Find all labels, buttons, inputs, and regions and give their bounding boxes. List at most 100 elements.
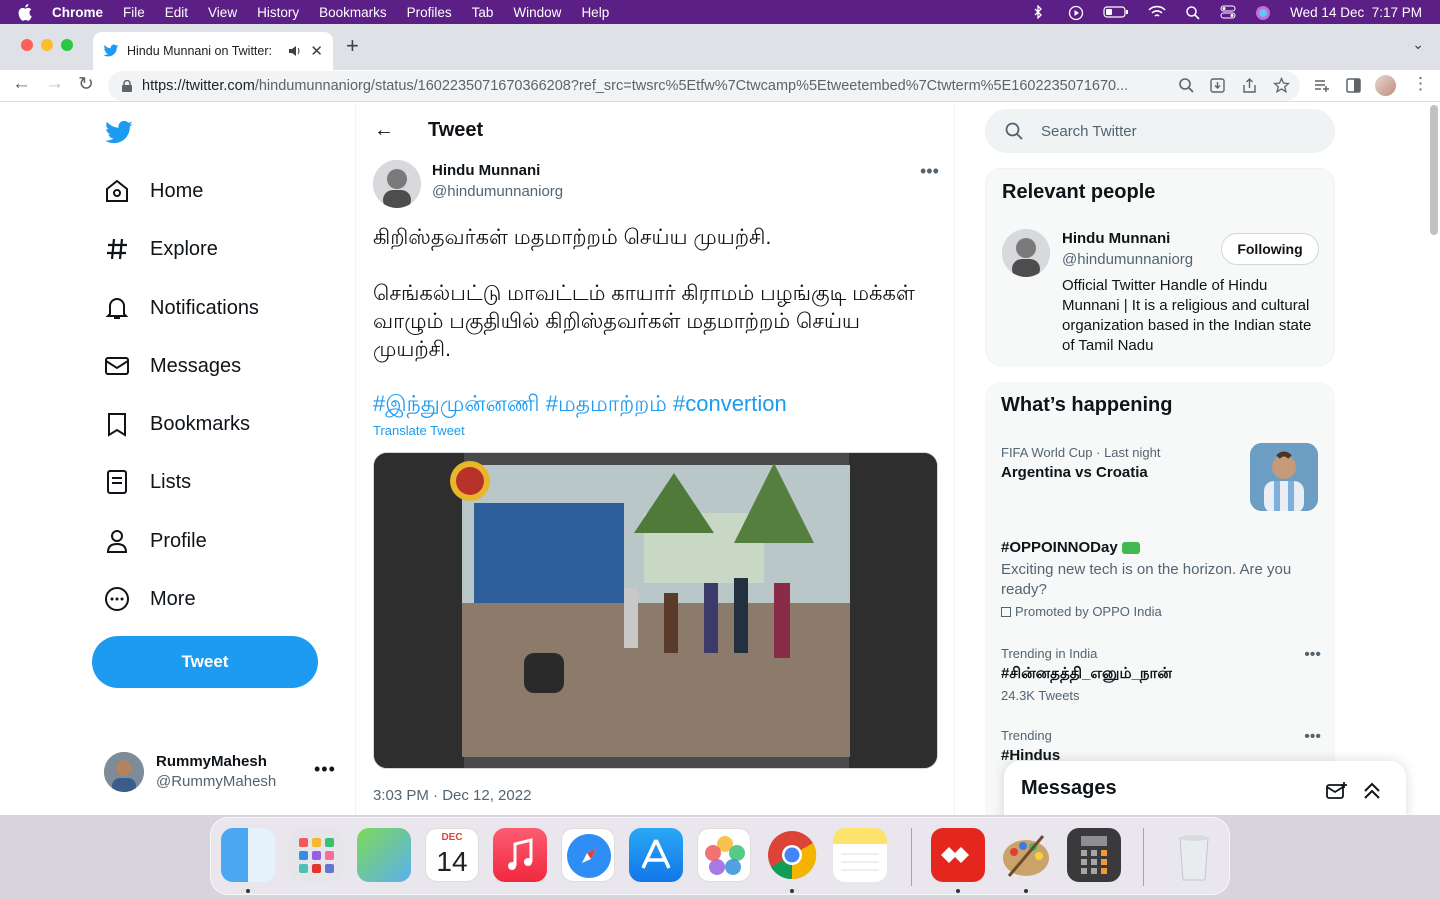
expand-chevrons-icon[interactable]: [1362, 781, 1382, 801]
menu-window[interactable]: Window: [513, 5, 561, 20]
window-maximize-button[interactable]: [61, 39, 73, 51]
dock-separator: [1143, 828, 1144, 886]
relevant-person-handle[interactable]: @hindumunnaniorg: [1062, 251, 1193, 268]
trend-title: #சின்னதத்தி_எனும்_நான்: [1001, 665, 1172, 682]
trash-icon[interactable]: [1167, 828, 1221, 882]
tweet-hashtags[interactable]: #இந்துமுன்னணி #மதமாற்றம் #convertion: [373, 391, 787, 420]
trend-item-promoted[interactable]: #OPPOINNODay Exciting new tech is on the…: [1001, 539, 1321, 619]
side-panel-icon[interactable]: [1345, 77, 1362, 94]
trend-item[interactable]: FIFA World Cup · Last night Argentina vs…: [1001, 445, 1241, 481]
menubar-clock[interactable]: Wed 14 Dec 7:17 PM: [1290, 5, 1422, 20]
tweet-more-icon[interactable]: •••: [920, 161, 939, 182]
reload-icon[interactable]: ↻: [78, 73, 94, 96]
account-more-icon[interactable]: •••: [314, 759, 336, 780]
calendar-icon[interactable]: DEC 14: [425, 828, 479, 882]
nav-explore[interactable]: Explore: [104, 229, 218, 269]
menu-view[interactable]: View: [208, 5, 237, 20]
window-minimize-button[interactable]: [41, 39, 53, 51]
menu-tab[interactable]: Tab: [472, 5, 494, 20]
tweet-timestamp[interactable]: 3:03 PM · Dec 12, 2022: [373, 787, 531, 804]
trend-more-icon[interactable]: •••: [1304, 646, 1321, 664]
launchpad-icon[interactable]: [289, 828, 343, 882]
search-input[interactable]: Search Twitter: [985, 109, 1335, 153]
trend-item[interactable]: Trending #Hindus •••: [1001, 728, 1321, 764]
nav-notifications[interactable]: Notifications: [104, 288, 259, 328]
bluetooth-icon[interactable]: [1033, 4, 1049, 20]
chrome-icon[interactable]: [765, 828, 819, 882]
nav-profile[interactable]: Profile: [104, 521, 207, 561]
finder-icon[interactable]: [221, 828, 275, 882]
chrome-menu-icon[interactable]: ⋮: [1412, 74, 1429, 94]
new-tab-icon[interactable]: +: [346, 33, 359, 59]
menu-profiles[interactable]: Profiles: [407, 5, 452, 20]
person-icon: [104, 528, 130, 554]
tweet-author-avatar[interactable]: [373, 160, 421, 208]
nav-messages[interactable]: Messages: [104, 346, 241, 386]
install-app-icon[interactable]: [1209, 77, 1226, 94]
apple-menu-icon[interactable]: [18, 0, 38, 24]
tweet-video-media[interactable]: [373, 452, 938, 769]
photos-icon[interactable]: [697, 828, 751, 882]
wifi-icon[interactable]: [1148, 5, 1166, 19]
share-icon[interactable]: [1241, 77, 1258, 94]
battery-icon[interactable]: [1103, 5, 1129, 19]
trend-description: Exciting new tech is on the horizon. Are…: [1001, 561, 1292, 598]
new-message-icon[interactable]: [1326, 781, 1348, 801]
tweet-author-handle[interactable]: @hindumunnaniorg: [432, 183, 563, 200]
nav-bookmarks[interactable]: Bookmarks: [104, 404, 250, 444]
app-store-icon[interactable]: [629, 828, 683, 882]
menubar-app-name[interactable]: Chrome: [52, 5, 103, 20]
paint-palette-icon[interactable]: [999, 828, 1053, 882]
menu-help[interactable]: Help: [581, 5, 609, 20]
maps-icon[interactable]: [357, 828, 411, 882]
compose-tweet-button[interactable]: Tweet: [92, 636, 318, 688]
safari-icon[interactable]: [561, 828, 615, 882]
music-icon[interactable]: [493, 828, 547, 882]
back-arrow-icon[interactable]: ←: [374, 119, 394, 142]
notes-icon[interactable]: [833, 828, 887, 882]
page-scrollbar[interactable]: [1430, 105, 1438, 235]
control-center-icon[interactable]: [1220, 5, 1236, 19]
siri-icon[interactable]: [1255, 5, 1271, 20]
forward-arrow-icon[interactable]: →: [45, 73, 64, 95]
tab-search-chevron-icon[interactable]: ⌄: [1412, 36, 1424, 53]
messages-drawer[interactable]: Messages: [1004, 761, 1406, 815]
anydesk-icon[interactable]: [931, 828, 985, 882]
trend-more-icon[interactable]: •••: [1304, 728, 1321, 746]
list-icon: [104, 469, 130, 495]
relevant-person-bio: Official Twitter Handle of Hindu Munnani…: [1062, 277, 1312, 354]
menu-edit[interactable]: Edit: [165, 5, 188, 20]
bookmark-star-icon[interactable]: [1273, 77, 1290, 94]
trend-thumbnail[interactable]: [1250, 443, 1318, 511]
menu-file[interactable]: File: [123, 5, 145, 20]
profile-avatar[interactable]: [1375, 75, 1396, 96]
account-switcher[interactable]: RummyMahesh @RummyMahesh •••: [104, 749, 344, 797]
spotlight-search-icon[interactable]: [1185, 5, 1201, 20]
menu-bookmarks[interactable]: Bookmarks: [319, 5, 387, 20]
nav-home[interactable]: Home: [104, 171, 203, 211]
reading-list-icon[interactable]: [1313, 77, 1330, 94]
media-play-icon[interactable]: [1068, 5, 1084, 21]
trend-meta: FIFA World Cup · Last night: [1001, 445, 1161, 460]
translate-tweet-link[interactable]: Translate Tweet: [373, 423, 465, 438]
palette-running-dot: [1024, 889, 1028, 893]
tab-close-icon[interactable]: ✕: [310, 42, 323, 60]
back-arrow-icon[interactable]: ←: [12, 73, 31, 95]
relevant-person-avatar[interactable]: [1002, 229, 1050, 277]
tweet-author-name[interactable]: Hindu Munnani: [432, 162, 540, 179]
calculator-icon[interactable]: [1067, 828, 1121, 882]
lock-icon[interactable]: [122, 79, 132, 92]
relevant-people-card: Relevant people Hindu Munnani @hindumunn…: [985, 168, 1335, 366]
trend-item[interactable]: Trending in India #சின்னதத்தி_எனும்_நான்…: [1001, 646, 1321, 703]
menu-history[interactable]: History: [257, 5, 299, 20]
nav-more[interactable]: More: [104, 579, 196, 619]
zoom-search-icon[interactable]: [1178, 77, 1195, 94]
relevant-person-name[interactable]: Hindu Munnani: [1062, 230, 1170, 247]
window-close-button[interactable]: [21, 39, 33, 51]
browser-tab-active[interactable]: Hindu Munnani on Twitter: ✕: [93, 32, 333, 70]
following-button[interactable]: Following: [1221, 233, 1319, 265]
twitter-logo-icon[interactable]: [104, 120, 134, 146]
nav-lists[interactable]: Lists: [104, 462, 191, 502]
speaker-icon[interactable]: [288, 45, 302, 57]
address-bar[interactable]: https://twitter.com/hindumunnaniorg/stat…: [108, 71, 1300, 101]
